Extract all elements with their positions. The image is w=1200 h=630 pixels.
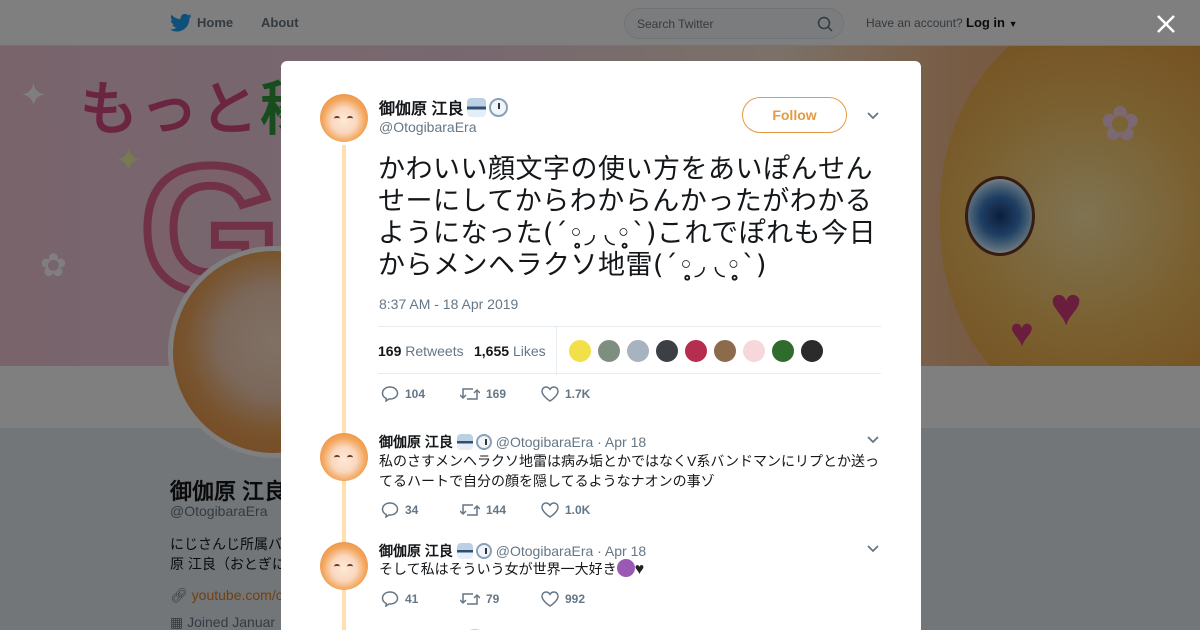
clock-emoji-icon	[489, 98, 509, 117]
liker-avatar[interactable]	[597, 339, 621, 363]
follow-button[interactable]: Follow	[742, 97, 847, 133]
author-avatar[interactable]	[320, 94, 368, 142]
like-count[interactable]: 1,655	[474, 343, 509, 359]
reply-actions: 41 79 992	[381, 591, 681, 611]
reply-handle[interactable]: @OtogibaraEra	[496, 543, 593, 559]
like-action-count[interactable]: 1.7K	[565, 387, 590, 401]
liker-avatar[interactable]	[771, 339, 795, 363]
clock-emoji-icon	[475, 434, 492, 450]
reply-author[interactable]: 御伽原 江良 @OtogibaraEra · Apr 18	[379, 541, 646, 561]
like-count[interactable]: 1.0K	[565, 503, 590, 517]
heart-icon[interactable]	[541, 591, 559, 607]
stats-divider	[556, 327, 557, 375]
retweet-icon[interactable]	[459, 502, 481, 518]
liker-avatar[interactable]	[800, 339, 824, 363]
reply-actions: 34 144 1.0K	[381, 502, 681, 522]
close-icon[interactable]	[1152, 10, 1180, 38]
chevron-down-icon[interactable]	[867, 436, 879, 444]
retweet-icon[interactable]	[459, 386, 481, 402]
retweet-stat-label[interactable]: Retweets	[405, 343, 463, 359]
reply-action[interactable]: 104	[381, 386, 425, 403]
reply-icon[interactable]	[381, 502, 399, 519]
retweet-count[interactable]: 79	[486, 592, 499, 606]
liker-avatar[interactable]	[684, 339, 708, 363]
liker-avatar[interactable]	[742, 339, 766, 363]
black-heart-emoji-icon: ♥	[634, 561, 645, 578]
station-emoji-icon	[467, 98, 487, 117]
liker-avatar[interactable]	[655, 339, 679, 363]
retweet-action[interactable]: 169	[459, 386, 506, 402]
retweet-icon[interactable]	[459, 591, 481, 607]
tweet-timestamp[interactable]: 8:37 AM - 18 Apr 2019	[379, 296, 518, 312]
heart-icon[interactable]	[541, 386, 559, 402]
author-name[interactable]: 御伽原 江良	[379, 95, 509, 119]
retweet-stat[interactable]: 169 Retweets	[378, 343, 464, 359]
station-emoji-icon	[456, 434, 473, 450]
tweet-actions: 104 169 1.7K	[381, 386, 681, 406]
retweet-action-count[interactable]: 169	[486, 387, 506, 401]
author-handle[interactable]: @OtogibaraEra	[379, 119, 476, 135]
heart-icon[interactable]	[541, 502, 559, 518]
reply-avatar[interactable]	[320, 433, 368, 481]
author-name-text[interactable]: 御伽原 江良	[379, 101, 463, 118]
reply-action[interactable]: 34	[381, 502, 418, 519]
liker-avatar[interactable]	[568, 339, 592, 363]
reply-text: そして私はそういう女が世界一大好き ♥	[379, 559, 884, 580]
reply-date[interactable]: · Apr 18	[597, 543, 646, 559]
liker-avatar[interactable]	[626, 339, 650, 363]
tweet-modal: 御伽原 江良 @OtogibaraEra Follow かわいい顔文字の使い方を…	[281, 61, 921, 630]
chevron-down-icon[interactable]	[867, 545, 879, 553]
clock-emoji-icon	[475, 543, 492, 559]
like-action[interactable]: 992	[541, 591, 585, 607]
reply-author-name[interactable]: 御伽原 江良	[379, 434, 453, 450]
tweet-stats: 169 Retweets 1,655 Likes	[378, 326, 881, 375]
reply-text: 私のさすメンヘラクソ地雷は病み垢とかではなくV系バンドマンにリプとか送ってるハー…	[379, 453, 880, 489]
reply-count[interactable]: 41	[405, 592, 418, 606]
reply-author[interactable]: 御伽原 江良 @OtogibaraEra · Apr 18	[379, 432, 646, 452]
reply-icon[interactable]	[381, 591, 399, 608]
retweet-count[interactable]: 169	[378, 343, 401, 359]
liker-avatar[interactable]	[713, 339, 737, 363]
reply-count[interactable]: 34	[405, 503, 418, 517]
reply-handle[interactable]: @OtogibaraEra	[496, 434, 593, 450]
like-stat[interactable]: 1,655 Likes	[474, 343, 546, 359]
like-count[interactable]: 992	[565, 592, 585, 606]
like-action[interactable]: 1.0K	[541, 502, 590, 518]
retweet-count[interactable]: 144	[486, 503, 506, 517]
reply-avatar[interactable]	[320, 542, 368, 590]
reply-count[interactable]: 104	[405, 387, 425, 401]
retweet-action[interactable]: 144	[459, 502, 506, 518]
chevron-down-icon[interactable]	[867, 112, 879, 120]
reply-text-body: そして私はそういう女が世界一大好き	[379, 561, 617, 577]
like-stat-label[interactable]: Likes	[513, 343, 546, 359]
reply-date[interactable]: · Apr 18	[597, 434, 646, 450]
station-emoji-icon	[456, 543, 473, 559]
like-action[interactable]: 1.7K	[541, 386, 590, 402]
retweet-action[interactable]: 79	[459, 591, 499, 607]
reply-author-name[interactable]: 御伽原 江良	[379, 543, 453, 559]
reply-action[interactable]: 41	[381, 591, 418, 608]
reply-icon[interactable]	[381, 386, 399, 403]
smiling-devil-emoji-icon	[616, 559, 635, 577]
tweet-text: かわいい顔文字の使い方をあいぽんせんせーにしてからわからんかったがわかるようにな…	[378, 154, 877, 281]
